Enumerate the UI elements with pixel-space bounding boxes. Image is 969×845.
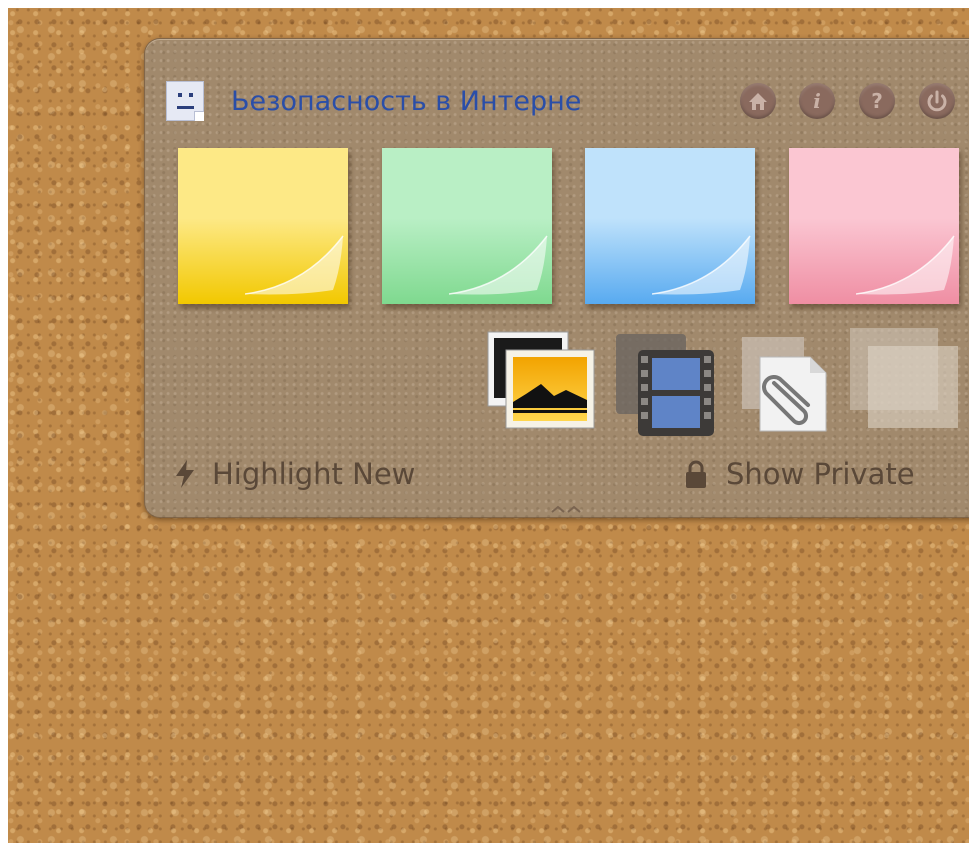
note-yellow[interactable] xyxy=(178,148,348,304)
board-avatar-icon[interactable] xyxy=(166,81,204,121)
board-title[interactable]: Ьезопасность в Интерне xyxy=(231,86,581,117)
board-header: Ьезопасность в Интерне xyxy=(166,80,581,122)
note-pink[interactable] xyxy=(789,148,959,304)
home-icon[interactable] xyxy=(740,83,776,119)
highlight-new-label: Highlight New xyxy=(212,457,416,491)
power-icon[interactable] xyxy=(919,83,955,119)
note-green[interactable] xyxy=(382,148,552,304)
attachment-icon[interactable] xyxy=(738,333,830,435)
page-curl-icon xyxy=(245,235,344,295)
collapse-handle-icon[interactable] xyxy=(548,500,588,513)
page-curl-icon xyxy=(449,235,548,295)
image-icon[interactable] xyxy=(486,330,596,430)
note-blue[interactable] xyxy=(585,148,755,304)
show-private-label: Show Private xyxy=(726,457,915,491)
highlight-new-toggle[interactable]: Highlight New xyxy=(172,456,415,492)
lightning-icon xyxy=(172,458,198,490)
blank-note-icon[interactable] xyxy=(848,326,960,430)
help-icon[interactable]: ? xyxy=(859,83,895,119)
video-icon[interactable] xyxy=(612,330,716,438)
show-private-toggle[interactable]: Show Private xyxy=(682,456,915,492)
page-curl-icon xyxy=(652,235,751,295)
page-curl-icon xyxy=(856,235,955,295)
info-icon[interactable]: i xyxy=(799,83,835,119)
lock-icon xyxy=(682,458,710,490)
